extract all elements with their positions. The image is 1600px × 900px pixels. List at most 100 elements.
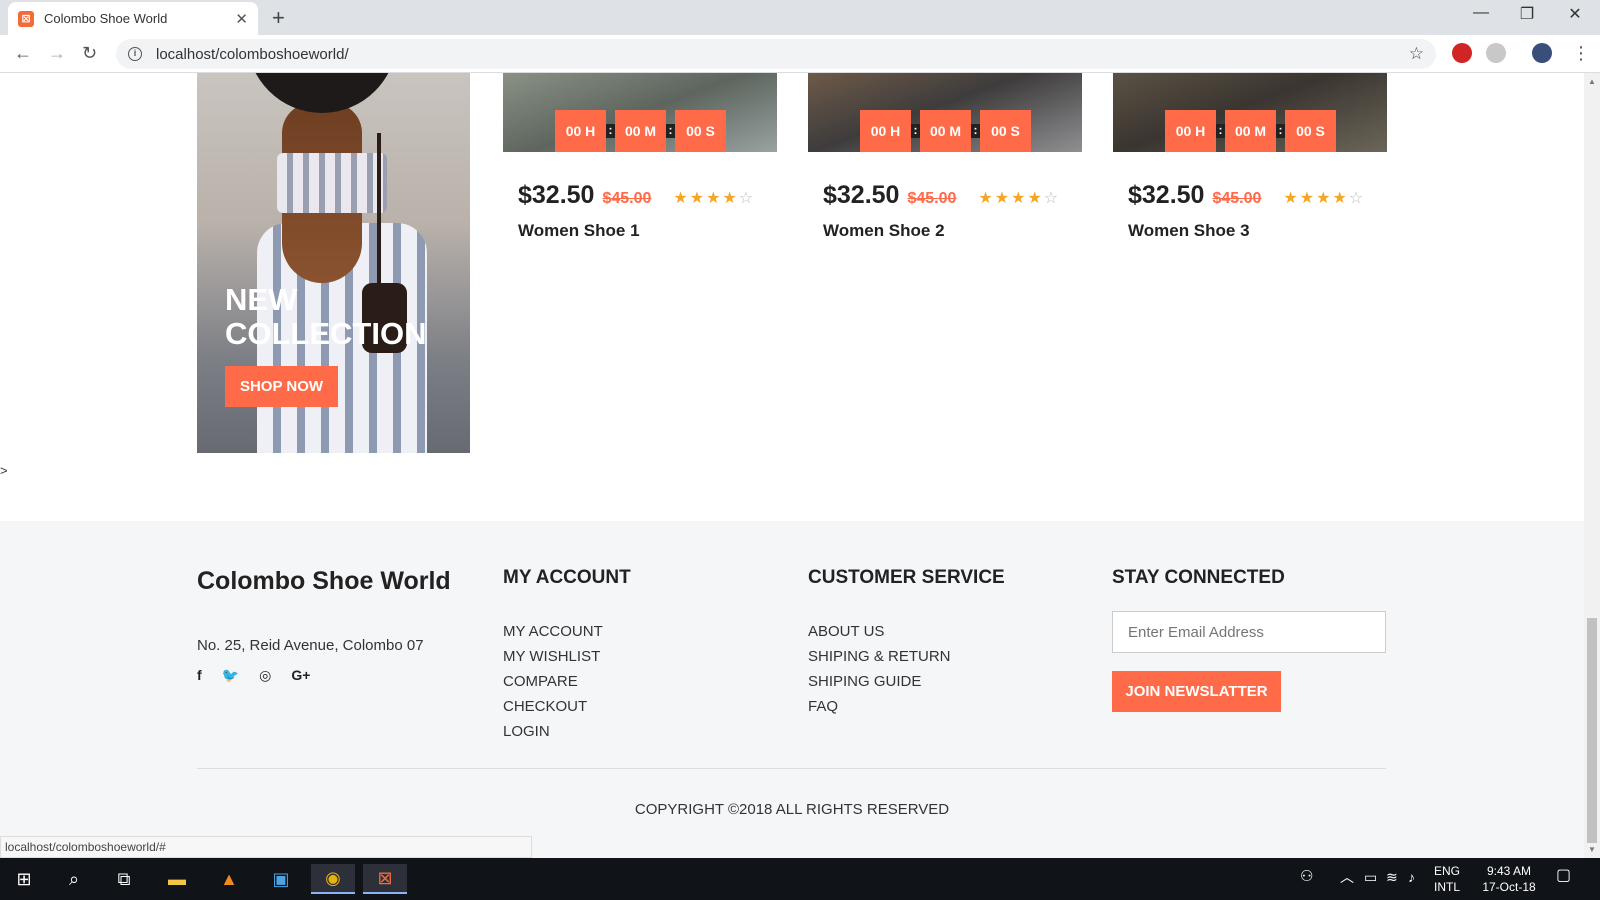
tray-overflow-icon[interactable]: ︿: [1340, 869, 1354, 885]
product-old-price: $45.00: [907, 190, 957, 207]
banner-photo-top: [277, 153, 387, 213]
windows-start-icon[interactable]: ⊞: [2, 864, 46, 894]
file-explorer-icon[interactable]: ▬: [155, 864, 199, 894]
footer-link-login[interactable]: LOGIN: [503, 719, 631, 744]
countdown-separator: :: [911, 124, 920, 138]
countdown-hours: 00 H: [1165, 110, 1216, 152]
product-image[interactable]: 00 H : 00 M : 00 S: [808, 73, 1082, 152]
search-icon[interactable]: ⌕: [52, 864, 96, 894]
product-image[interactable]: 00 H : 00 M : 00 S: [1113, 73, 1387, 152]
chrome-taskbar-icon[interactable]: ◉: [311, 864, 355, 894]
stay-connected-heading: STAY CONNECTED: [1112, 567, 1285, 588]
countdown-minutes: 00 M: [615, 110, 666, 152]
footer-link-shipping-guide[interactable]: SHIPING GUIDE: [808, 669, 1005, 694]
page-scrollbar[interactable]: ▲ ▼: [1584, 73, 1600, 858]
new-collection-banner: NEW COLLECTION SHOP NOW: [197, 73, 470, 453]
google-plus-icon[interactable]: G+: [291, 667, 310, 684]
site-info-icon[interactable]: i: [128, 47, 142, 61]
join-newsletter-button[interactable]: JOIN NEWSLATTER: [1112, 671, 1281, 712]
footer-link-faq[interactable]: FAQ: [808, 694, 1005, 719]
opera-extension-icon[interactable]: [1452, 43, 1472, 63]
product-card[interactable]: 00 H : 00 M : 00 S $32.50 $45.00 ★★★★☆ W…: [503, 73, 777, 240]
people-icon[interactable]: ⚇: [1300, 869, 1313, 885]
product-price: $32.50: [823, 181, 900, 209]
wifi-icon[interactable]: ≋: [1386, 869, 1398, 885]
tab-title: Colombo Shoe World: [44, 11, 168, 26]
control-panel-icon[interactable]: ▣: [259, 864, 303, 894]
profile-avatar[interactable]: [1532, 43, 1552, 63]
countdown-seconds: 00 S: [980, 110, 1031, 152]
new-tab-icon[interactable]: +: [272, 5, 285, 31]
site-favicon-icon: ⊠: [18, 10, 34, 27]
windows-taskbar: ⊞ ⌕ ⧉ ▬ ▲ ▣ ◉ ⊠ ⚇ ︿ ▭ ≋ ♪ ENG INTL 9:43 …: [0, 858, 1600, 900]
footer-link-my-wishlist[interactable]: MY WISHLIST: [503, 644, 631, 669]
scroll-down-icon[interactable]: ▼: [1588, 845, 1596, 854]
product-price: $32.50: [1128, 181, 1205, 209]
footer-link-compare[interactable]: COMPARE: [503, 669, 631, 694]
countdown-separator: :: [1216, 124, 1225, 138]
customer-service-heading: CUSTOMER SERVICE: [808, 567, 1005, 588]
extension-icon[interactable]: [1486, 43, 1506, 63]
newsletter-email-input[interactable]: [1112, 611, 1386, 653]
countdown-seconds: 00 S: [675, 110, 726, 152]
restore-icon[interactable]: ❐: [1504, 4, 1550, 24]
notification-icon[interactable]: ▢: [1556, 868, 1571, 884]
browser-tab-strip: ⊠ Colombo Shoe World ✕ + — ❐ ✕: [0, 0, 1600, 35]
product-card[interactable]: 00 H : 00 M : 00 S $32.50 $45.00 ★★★★☆ W…: [1113, 73, 1387, 240]
clock-time: 9:43 AM: [1486, 864, 1532, 878]
product-name[interactable]: Women Shoe 2: [823, 221, 945, 241]
rating-stars: ★★★★☆: [978, 190, 1061, 207]
site-footer: Colombo Shoe World No. 25, Reid Avenue, …: [0, 521, 1584, 858]
instagram-icon[interactable]: ◎: [259, 667, 271, 684]
input-language[interactable]: ENG INTL: [1434, 863, 1460, 895]
twitter-icon[interactable]: 🐦: [222, 667, 239, 684]
scrollbar-thumb[interactable]: [1587, 618, 1597, 843]
forward-icon[interactable]: →: [48, 43, 66, 64]
footer-divider: [197, 768, 1386, 769]
product-name[interactable]: Women Shoe 1: [518, 221, 640, 241]
xampp-taskbar-icon[interactable]: ⊠: [363, 864, 407, 894]
footer-address: No. 25, Reid Avenue, Colombo 07: [197, 637, 424, 654]
omnibox[interactable]: i localhost/colomboshoeworld/ ☆: [116, 39, 1436, 69]
close-tab-icon[interactable]: ✕: [235, 10, 248, 28]
product-card[interactable]: 00 H : 00 M : 00 S $32.50 $45.00 ★★★★☆ W…: [808, 73, 1082, 240]
footer-link-shipping-return[interactable]: SHIPING & RETURN: [808, 644, 1005, 669]
clock-date: 17-Oct-18: [1482, 880, 1536, 894]
minimize-icon[interactable]: —: [1458, 4, 1504, 22]
product-image[interactable]: 00 H : 00 M : 00 S: [503, 73, 777, 152]
window-close-icon[interactable]: ✕: [1552, 4, 1598, 24]
clock[interactable]: 9:43 AM 17-Oct-18: [1474, 863, 1544, 895]
language-primary: ENG: [1434, 864, 1461, 878]
battery-icon[interactable]: ▭: [1364, 869, 1377, 885]
product-name[interactable]: Women Shoe 3: [1128, 221, 1250, 241]
url-text: localhost/colomboshoeworld/: [156, 45, 349, 63]
reload-icon[interactable]: ↻: [82, 43, 97, 64]
language-secondary: INTL: [1434, 880, 1461, 894]
back-icon[interactable]: ←: [14, 43, 32, 64]
my-account-column: MY ACCOUNT MY ACCOUNT MY WISHLIST COMPAR…: [503, 567, 631, 744]
facebook-icon[interactable]: f: [197, 667, 202, 684]
footer-link-about-us[interactable]: ABOUT US: [808, 619, 1005, 644]
bookmark-star-icon[interactable]: ☆: [1409, 44, 1424, 64]
countdown-minutes: 00 M: [1225, 110, 1276, 152]
browser-tab[interactable]: ⊠ Colombo Shoe World ✕: [8, 2, 258, 35]
countdown-separator: :: [606, 124, 615, 138]
chrome-menu-icon[interactable]: ⋮: [1572, 43, 1590, 64]
page-viewport: NEW COLLECTION SHOP NOW 00 H : 00 M : 00…: [0, 73, 1584, 858]
countdown-minutes: 00 M: [920, 110, 971, 152]
copyright-text: COPYRIGHT ©2018 ALL RIGHTS RESERVED: [634, 801, 950, 818]
countdown-separator: :: [666, 124, 675, 138]
volume-icon[interactable]: ♪: [1408, 869, 1415, 885]
price-row: $32.50 $45.00 ★★★★☆: [518, 181, 778, 210]
product-old-price: $45.00: [1212, 190, 1262, 207]
task-view-icon[interactable]: ⧉: [102, 864, 146, 894]
banner-photo-strap: [377, 133, 381, 293]
vlc-icon[interactable]: ▲: [207, 864, 251, 894]
footer-link-checkout[interactable]: CHECKOUT: [503, 694, 631, 719]
scroll-up-icon[interactable]: ▲: [1588, 77, 1596, 86]
shop-now-button[interactable]: SHOP NOW: [225, 366, 338, 407]
countdown-hours: 00 H: [555, 110, 606, 152]
footer-link-my-account[interactable]: MY ACCOUNT: [503, 619, 631, 644]
banner-title: NEW COLLECTION: [225, 283, 427, 351]
rating-stars: ★★★★☆: [1283, 190, 1366, 207]
